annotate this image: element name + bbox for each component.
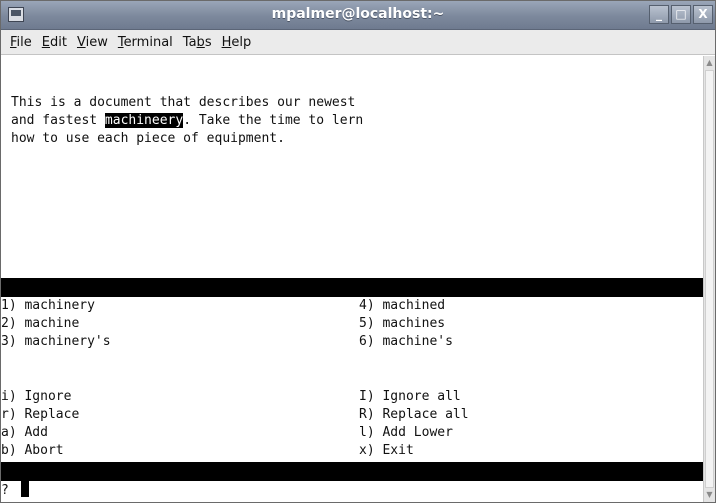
menu-view[interactable]: View bbox=[77, 35, 108, 50]
action-ignore-all[interactable]: I) Ignore all bbox=[359, 388, 461, 406]
action-add-lower[interactable]: l) Add Lower bbox=[359, 424, 453, 442]
action-replace-all[interactable]: R) Replace all bbox=[359, 406, 469, 424]
suggestion-1[interactable]: 1) machinery bbox=[1, 297, 95, 315]
menu-edit[interactable]: Edit bbox=[42, 35, 67, 50]
text-cursor bbox=[20, 481, 29, 497]
misspelled-word: machineery bbox=[104, 113, 184, 128]
command-prompt[interactable]: ? bbox=[1, 481, 29, 500]
document-line-1: This is a document that describes our ne… bbox=[11, 95, 356, 110]
suggestion-4[interactable]: 4) machined bbox=[359, 297, 445, 315]
menu-help[interactable]: Help bbox=[222, 35, 252, 50]
action-replace[interactable]: r) Replace bbox=[1, 406, 79, 424]
action-ignore[interactable]: i) Ignore bbox=[1, 388, 71, 406]
minimize-button[interactable]: _ bbox=[649, 5, 669, 24]
status-bar-top bbox=[1, 278, 703, 297]
close-button[interactable]: X bbox=[693, 5, 713, 24]
title-bar[interactable]: mpalmer@localhost:~ _ □ X bbox=[1, 1, 715, 30]
suggestion-2[interactable]: 2) machine bbox=[1, 315, 79, 333]
document-line-3: how to use each piece of equipment. bbox=[11, 131, 285, 146]
terminal-screen[interactable]: This is a document that describes our ne… bbox=[1, 56, 703, 502]
window-title: mpalmer@localhost:~ bbox=[271, 6, 445, 22]
terminal-window: mpalmer@localhost:~ _ □ X File Edit View… bbox=[0, 0, 716, 503]
menu-tabs[interactable]: Tabs bbox=[183, 35, 212, 50]
suggestion-5[interactable]: 5) machines bbox=[359, 315, 445, 333]
menu-terminal[interactable]: Terminal bbox=[118, 35, 173, 50]
prompt-symbol: ? bbox=[1, 483, 9, 498]
document-line-2: and fastest machineery. Take the time to… bbox=[11, 113, 364, 128]
action-add[interactable]: a) Add bbox=[1, 424, 48, 442]
scroll-down-arrow-icon[interactable]: ▼ bbox=[705, 490, 714, 500]
action-exit[interactable]: x) Exit bbox=[359, 442, 414, 460]
status-bar-bottom bbox=[1, 462, 703, 481]
suggestion-6[interactable]: 6) machine's bbox=[359, 333, 453, 351]
vertical-scrollbar[interactable]: ▲ ▼ bbox=[703, 56, 715, 502]
menu-bar: File Edit View Terminal Tabs Help bbox=[1, 30, 715, 55]
scroll-up-arrow-icon[interactable]: ▲ bbox=[705, 58, 714, 68]
menu-file[interactable]: File bbox=[10, 35, 32, 50]
action-abort[interactable]: b) Abort bbox=[1, 442, 64, 460]
maximize-button[interactable]: □ bbox=[671, 5, 691, 24]
suggestion-3[interactable]: 3) machinery's bbox=[1, 333, 111, 351]
scrollbar-thumb[interactable] bbox=[705, 70, 714, 488]
